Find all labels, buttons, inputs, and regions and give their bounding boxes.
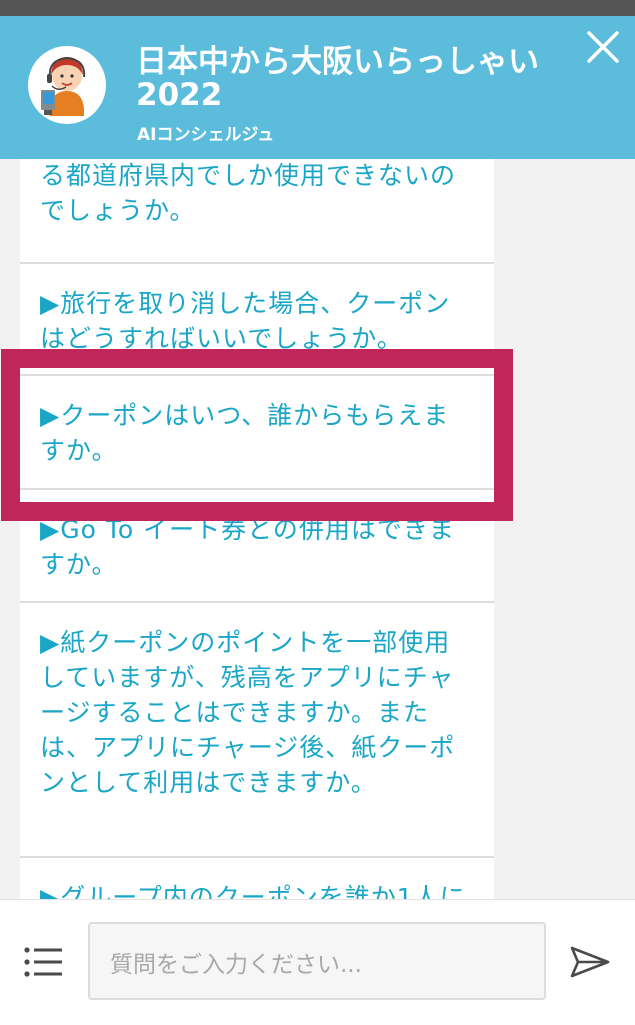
close-icon[interactable]	[584, 28, 622, 66]
chat-header: 日本中から大阪いらっしゃい2022 AIコンシェルジュ	[0, 16, 635, 159]
faq-item[interactable]: ▶Go To イート券との併用はできますか。	[20, 490, 494, 603]
menu-list-icon[interactable]	[22, 944, 64, 980]
faq-item[interactable]: ▶クーポンはいつ、誰からもらえますか。	[20, 376, 494, 490]
chat-message-area[interactable]: ▶付与される地域クーポンは宿泊する都道府県内でしか使用できないのでしょうか。 ▶…	[0, 159, 635, 900]
status-strip	[0, 0, 635, 16]
question-input-box[interactable]	[88, 922, 546, 1000]
chat-subtitle: AIコンシェルジュ	[137, 125, 275, 145]
faq-item[interactable]: ▶紙クーポンのポイントを一部使用していますが、残高をアプリにチャージすることはで…	[20, 603, 494, 858]
faq-item-label: ▶グループ内のクーポンを誰か1人にまとめることはできますか。	[40, 883, 466, 900]
faq-item-label: ▶クーポンはいつ、誰からもらえますか。	[40, 401, 450, 465]
concierge-avatar-icon	[28, 46, 106, 124]
faq-item[interactable]: ▶付与される地域クーポンは宿泊する都道府県内でしか使用できないのでしょうか。	[20, 159, 494, 264]
faq-suggestion-list: ▶付与される地域クーポンは宿泊する都道府県内でしか使用できないのでしょうか。 ▶…	[20, 159, 494, 900]
faq-item-label: ▶紙クーポンのポイントを一部使用していますが、残高をアプリにチャージすることはで…	[40, 628, 456, 797]
send-icon[interactable]	[568, 940, 612, 984]
question-input[interactable]	[90, 924, 544, 998]
chat-title: 日本中から大阪いらっしゃい2022	[136, 44, 539, 113]
faq-item[interactable]: ▶グループ内のクーポンを誰か1人にまとめることはできますか。	[20, 858, 494, 900]
faq-item-label: ▶旅行を取り消した場合、クーポンはどうすればいいでしょうか。	[40, 289, 451, 353]
faq-item-label: ▶付与される地域クーポンは宿泊する都道府県内でしか使用できないのでしょうか。	[40, 161, 457, 225]
faq-item[interactable]: ▶旅行を取り消した場合、クーポンはどうすればいいでしょうか。	[20, 264, 494, 376]
faq-item-label: ▶Go To イート券との併用はできますか。	[40, 515, 455, 579]
